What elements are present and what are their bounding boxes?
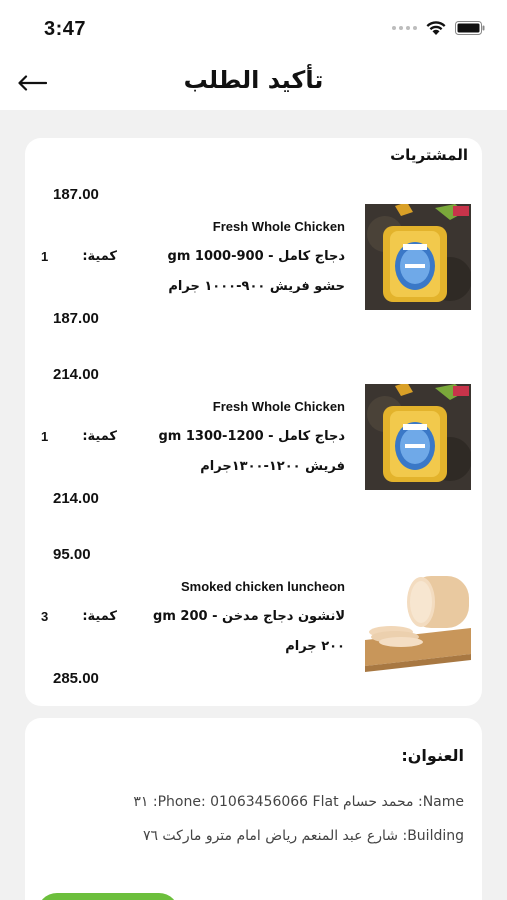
- whole-chicken-image: [365, 384, 471, 490]
- status-icons: [392, 20, 485, 36]
- address-card: العنوان: Name: محمد حسام Phone: 01063456…: [25, 718, 482, 900]
- address-building-line: Building: شارع عبد المنعم رياض امام مترو…: [142, 828, 464, 844]
- page-title: تأكيد الطلب: [183, 66, 324, 94]
- smoked-luncheon-image: [365, 570, 471, 676]
- product-name-ar: لانشون دجاج مدخن - 200 gm: [153, 609, 345, 624]
- address-contact-line: Name: محمد حسام Phone: 01063456066 Flat:…: [133, 794, 464, 810]
- status-time: 3:47: [44, 18, 87, 40]
- signal-icon: [392, 26, 417, 30]
- product-name-en: Smoked chicken luncheon: [181, 579, 345, 594]
- quantity-label: كمية:: [82, 429, 117, 444]
- total-price: 214.00: [53, 490, 99, 507]
- unit-price: 95.00: [53, 546, 91, 563]
- address-title: العنوان:: [401, 746, 464, 765]
- wifi-icon: [425, 20, 447, 36]
- quantity-value: 1: [41, 429, 49, 444]
- unit-price: 187.00: [53, 186, 99, 203]
- product-name-ar-line2: ٢٠٠ جرام: [285, 639, 345, 654]
- quantity-label: كمية:: [82, 609, 117, 624]
- status-bar: 3:47: [0, 0, 507, 60]
- product-name-en: Fresh Whole Chicken: [212, 219, 345, 234]
- product-name-ar-line2: فريش ١٢٠٠-١٣٠٠جرام: [200, 459, 345, 474]
- total-price: 285.00: [53, 670, 99, 687]
- product-item[interactable]: 214.00 Fresh Whole Chicken دجاج كامل - 1…: [25, 366, 482, 526]
- product-name-ar: دجاج كامل - 900-1000 gm: [167, 249, 345, 264]
- unit-price: 214.00: [53, 366, 99, 383]
- quantity-value: 1: [41, 249, 49, 264]
- total-price: 187.00: [53, 310, 99, 327]
- battery-icon: [455, 21, 485, 35]
- section-title: المشتريات: [390, 146, 468, 164]
- product-name-ar-line2: حشو فريش ٩٠٠-١٠٠٠ جرام: [168, 279, 345, 294]
- product-item[interactable]: 95.00 Smoked chicken luncheon لانشون دجا…: [25, 546, 482, 706]
- products-card: المشتريات 187.00 Fresh Whole Chicken دجا…: [25, 138, 482, 706]
- product-name-ar: دجاج كامل - 1200-1300 gm: [158, 429, 345, 444]
- confirm-button[interactable]: [37, 893, 179, 900]
- quantity-label: كمية:: [82, 249, 117, 264]
- quantity-value: 3: [41, 609, 49, 624]
- product-name-en: Fresh Whole Chicken: [212, 399, 345, 414]
- whole-chicken-image: [365, 204, 471, 310]
- header: تأكيد الطلب: [0, 60, 507, 110]
- product-item[interactable]: 187.00 Fresh Whole Chicken دجاج كامل - 9…: [25, 186, 482, 346]
